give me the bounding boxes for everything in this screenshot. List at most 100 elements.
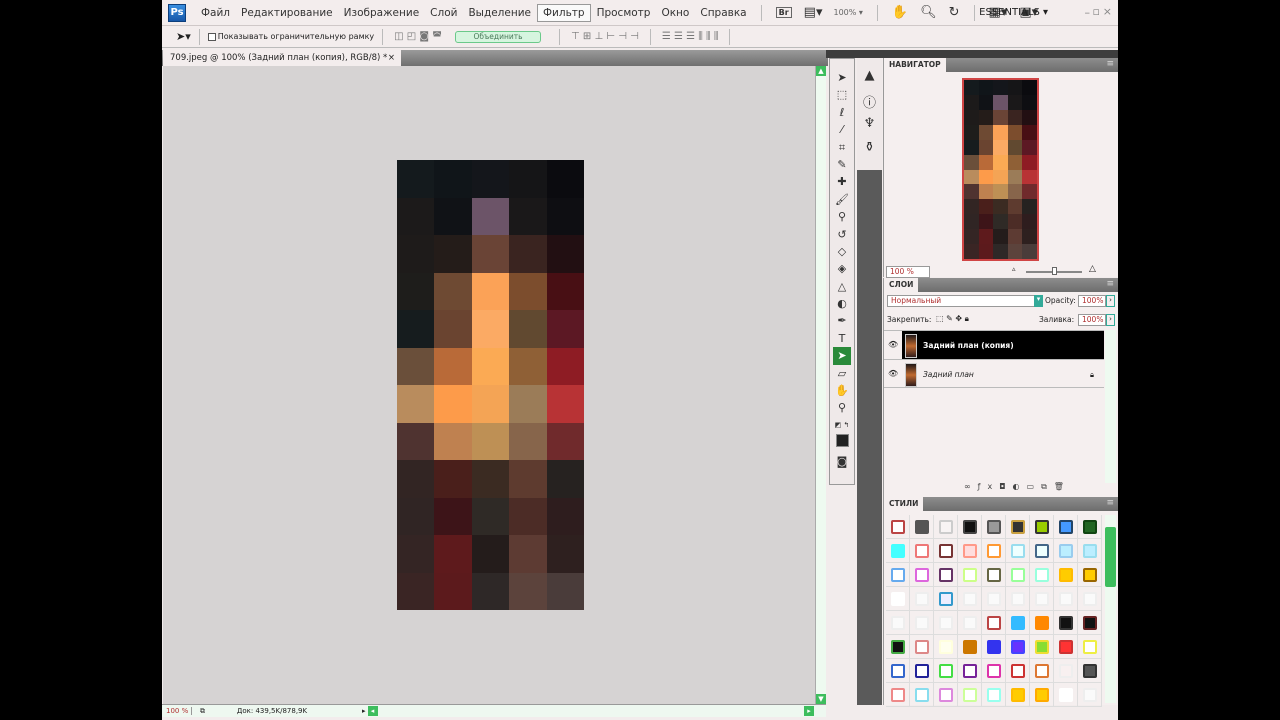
style-swatch[interactable]: [1054, 539, 1078, 563]
style-swatch[interactable]: [934, 587, 958, 611]
panel-menu-icon[interactable]: ≡: [1106, 279, 1114, 289]
menu-filter[interactable]: Фильтр: [537, 3, 591, 22]
style-swatch[interactable]: [910, 683, 934, 707]
style-swatch[interactable]: [982, 611, 1006, 635]
style-swatch[interactable]: [958, 587, 982, 611]
move-tool-preset-icon[interactable]: ➤▾: [176, 30, 191, 43]
visibility-eye-icon[interactable]: 👁︎: [888, 369, 898, 378]
style-swatch[interactable]: [886, 635, 910, 659]
style-swatch[interactable]: [982, 539, 1006, 563]
brushes-icon[interactable]: ♆: [864, 116, 876, 140]
style-swatch[interactable]: [886, 659, 910, 683]
quick-mask-icon[interactable]: ◙: [837, 453, 848, 470]
hand-tool-icon[interactable]: ✋: [892, 5, 908, 20]
menu-view[interactable]: Просмотр: [592, 5, 656, 21]
view-extras-icon[interactable]: ▤▾: [804, 5, 823, 20]
style-swatch[interactable]: [1078, 683, 1102, 707]
style-swatch[interactable]: [1054, 611, 1078, 635]
style-swatch[interactable]: [1054, 515, 1078, 539]
style-swatch[interactable]: [886, 563, 910, 587]
style-swatch[interactable]: [1078, 611, 1102, 635]
navigator-zoom-field[interactable]: 100 %: [886, 266, 930, 278]
styles-scrollbar[interactable]: [1105, 515, 1116, 703]
styles-title[interactable]: СТИЛИ: [884, 497, 924, 511]
style-swatch[interactable]: [934, 659, 958, 683]
style-swatch[interactable]: [1078, 659, 1102, 683]
menu-layer[interactable]: Слой: [425, 5, 462, 21]
style-swatch[interactable]: [1078, 515, 1102, 539]
paint-bucket-tool-icon[interactable]: ◈: [838, 260, 846, 277]
style-swatch[interactable]: [1054, 563, 1078, 587]
status-menu-arrow[interactable]: ▸: [362, 707, 366, 715]
layers-footer-icons[interactable]: ∞ƒx◘◐▭⧉🗑︎: [964, 482, 1071, 492]
hscroll-left-arrow[interactable]: ◂: [367, 706, 378, 716]
layer-name[interactable]: Задний план: [923, 370, 974, 379]
style-swatch[interactable]: [982, 563, 1006, 587]
style-swatch[interactable]: [910, 659, 934, 683]
lasso-tool-icon[interactable]: ℓ: [840, 104, 845, 121]
style-swatch[interactable]: [1078, 563, 1102, 587]
histogram-icon[interactable]: ▲: [865, 68, 875, 92]
layers-scrollbar[interactable]: [1105, 330, 1116, 483]
style-swatch[interactable]: [982, 635, 1006, 659]
style-swatch[interactable]: [910, 515, 934, 539]
style-swatch[interactable]: [958, 683, 982, 707]
clone-stamp-tool-icon[interactable]: ⚲: [838, 208, 846, 225]
healing-brush-tool-icon[interactable]: ✚: [837, 173, 846, 190]
style-swatch[interactable]: [1054, 683, 1078, 707]
style-swatch[interactable]: [958, 563, 982, 587]
panel-menu-icon[interactable]: ≡: [1106, 59, 1114, 69]
zoom-in-icon[interactable]: △: [1089, 264, 1096, 274]
navigator-zoom-slider[interactable]: [1026, 267, 1082, 275]
vertical-scrollbar[interactable]: ▲ ▼: [815, 66, 826, 704]
style-swatch[interactable]: [1030, 635, 1054, 659]
style-swatch[interactable]: [910, 611, 934, 635]
crop-tool-icon[interactable]: ⌗: [839, 139, 845, 156]
style-swatch[interactable]: [1006, 539, 1030, 563]
document-tab[interactable]: 709.jpeg @ 100% (Задний план (копия), RG…: [163, 50, 401, 66]
style-swatch[interactable]: [1006, 587, 1030, 611]
style-swatch[interactable]: [1030, 659, 1054, 683]
style-swatch[interactable]: [886, 539, 910, 563]
pen-tool-icon[interactable]: ✒: [837, 312, 846, 329]
eyedropper-tool-icon[interactable]: ✎: [837, 156, 846, 173]
style-swatch[interactable]: [1030, 515, 1054, 539]
show-bounds-checkbox[interactable]: [207, 32, 216, 41]
style-swatch[interactable]: [1078, 539, 1102, 563]
restore-button[interactable]: ▫: [1093, 5, 1100, 18]
menu-file[interactable]: Файл: [196, 5, 235, 21]
style-swatch[interactable]: [958, 635, 982, 659]
style-swatch[interactable]: [1054, 587, 1078, 611]
style-swatch[interactable]: [982, 515, 1006, 539]
path-selection-tool-icon[interactable]: ➤: [833, 347, 851, 365]
style-swatch[interactable]: [1030, 683, 1054, 707]
style-swatch[interactable]: [1030, 563, 1054, 587]
scroll-down-arrow[interactable]: ▼: [816, 694, 826, 704]
navigator-title[interactable]: НАВИГАТОР: [884, 58, 946, 72]
minimize-button[interactable]: –: [1085, 6, 1091, 19]
type-tool-icon[interactable]: T: [839, 330, 846, 347]
style-swatch[interactable]: [934, 635, 958, 659]
rotate-view-icon[interactable]: ↻: [949, 5, 960, 20]
style-swatch[interactable]: [982, 683, 1006, 707]
status-zoom[interactable]: 100 %: [162, 707, 192, 715]
combine-icons[interactable]: ◫ ◰ ◙ ◚: [394, 31, 442, 42]
layers-title[interactable]: СЛОИ: [884, 278, 919, 292]
style-swatch[interactable]: [886, 683, 910, 707]
style-swatch[interactable]: [934, 611, 958, 635]
close-tab-icon[interactable]: ×: [388, 50, 395, 66]
style-swatch[interactable]: [1006, 563, 1030, 587]
style-swatch[interactable]: [1078, 635, 1102, 659]
panel-menu-icon[interactable]: ≡: [1106, 498, 1114, 508]
marquee-tool-icon[interactable]: ⬚: [837, 86, 847, 103]
move-tool-icon[interactable]: ➤: [837, 69, 846, 86]
style-swatch[interactable]: [1030, 539, 1054, 563]
style-swatch[interactable]: [886, 587, 910, 611]
info-icon[interactable]: ⓘ: [863, 92, 876, 116]
style-swatch[interactable]: [910, 635, 934, 659]
style-swatch[interactable]: [1006, 635, 1030, 659]
style-swatch[interactable]: [982, 659, 1006, 683]
opacity-arrow[interactable]: ›: [1106, 295, 1115, 307]
blend-mode-dropdown-icon[interactable]: ▾: [1034, 295, 1043, 307]
3d-rotate-tool-icon[interactable]: ✋: [835, 382, 849, 399]
